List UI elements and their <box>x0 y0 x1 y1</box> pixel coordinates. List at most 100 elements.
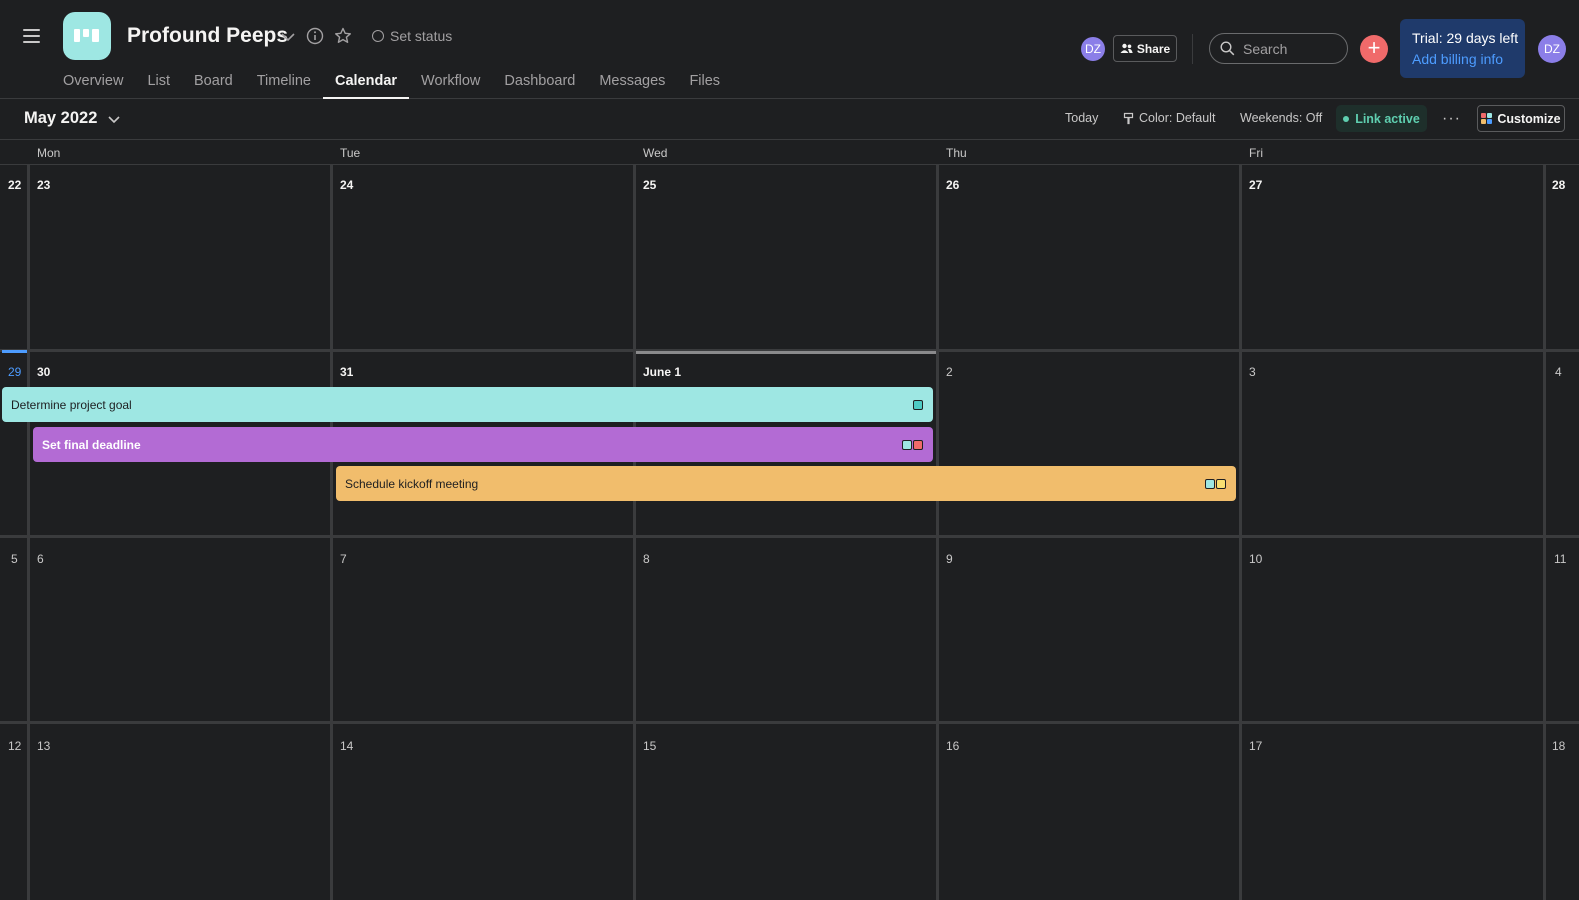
day-number-today[interactable]: 29 <box>8 365 21 379</box>
day-number[interactable]: 2 <box>946 365 953 379</box>
tab-messages[interactable]: Messages <box>587 72 677 99</box>
day-number[interactable]: 18 <box>1552 739 1565 753</box>
grid-column-line <box>936 165 939 900</box>
customize-label: Customize <box>1497 111 1561 126</box>
link-active-button[interactable]: Link active <box>1336 105 1427 132</box>
tab-calendar[interactable]: Calendar <box>322 72 410 99</box>
more-options-icon[interactable]: ··· <box>1442 110 1461 128</box>
task-tags <box>1205 479 1226 489</box>
day-number[interactable]: 31 <box>340 365 353 379</box>
task-bar[interactable]: Set final deadline <box>33 427 933 462</box>
day-number[interactable]: 6 <box>37 552 44 566</box>
member-avatar[interactable]: DZ <box>1081 37 1105 61</box>
day-number[interactable]: 11 <box>1554 552 1566 566</box>
day-number[interactable]: 5 <box>11 552 18 566</box>
grid-column-line <box>633 165 636 900</box>
star-icon[interactable] <box>333 26 353 46</box>
day-number[interactable]: 25 <box>643 178 656 192</box>
tab-board[interactable]: Board <box>182 72 245 99</box>
day-number[interactable]: 12 <box>8 739 21 753</box>
day-number[interactable]: 26 <box>946 178 959 192</box>
day-number[interactable]: 28 <box>1552 178 1565 192</box>
today-button[interactable]: Today <box>1065 111 1098 125</box>
share-label: Share <box>1136 41 1171 56</box>
day-number[interactable]: 30 <box>37 365 50 379</box>
task-name: Set final deadline <box>42 437 141 452</box>
grid-column-line <box>1239 165 1242 900</box>
day-number[interactable]: June 1 <box>643 365 681 379</box>
tab-workflow[interactable]: Workflow <box>409 72 492 99</box>
chevron-down-icon[interactable] <box>278 27 298 47</box>
day-number[interactable]: 9 <box>946 552 953 566</box>
set-status-button[interactable]: Set status <box>372 27 452 45</box>
tab-list[interactable]: List <box>135 72 182 99</box>
grid-row-line <box>0 721 1579 724</box>
share-button[interactable]: Share <box>1113 35 1177 62</box>
info-icon[interactable] <box>305 26 325 46</box>
day-number[interactable]: 15 <box>643 739 656 753</box>
day-number[interactable]: 16 <box>946 739 959 753</box>
task-name: Determine project goal <box>11 397 132 412</box>
link-status-dot <box>1343 115 1350 122</box>
day-number[interactable]: 3 <box>1249 365 1256 379</box>
task-bar[interactable]: Schedule kickoff meeting <box>336 466 1236 501</box>
weekday-header: Thu <box>946 146 967 160</box>
day-number[interactable]: 8 <box>643 552 650 566</box>
tab-files[interactable]: Files <box>677 72 732 99</box>
trial-days-left: Trial: 29 days left <box>1412 30 1519 46</box>
day-number[interactable]: 17 <box>1249 739 1262 753</box>
customize-button[interactable]: Customize <box>1477 105 1565 132</box>
day-number[interactable]: 22 <box>8 178 21 192</box>
day-number[interactable]: 13 <box>37 739 50 753</box>
weekday-header: Fri <box>1249 146 1263 160</box>
search-input[interactable]: Search <box>1209 33 1348 64</box>
customize-grid-icon <box>1481 113 1493 124</box>
weekday-header: Mon <box>37 146 61 160</box>
color-button[interactable]: Color: Default <box>1123 111 1215 125</box>
project-board-icon <box>63 12 111 60</box>
tab-timeline[interactable]: Timeline <box>245 72 323 99</box>
day-number[interactable]: 23 <box>37 178 50 192</box>
grid-column-line <box>1543 165 1546 900</box>
month-label: May 2022 <box>24 109 98 127</box>
calendar-toolbar: May 2022 Today Color: Default Weekends: … <box>0 99 1579 140</box>
tab-overview[interactable]: Overview <box>63 72 135 99</box>
tag-swatch <box>913 400 923 410</box>
tag-swatch <box>1216 479 1226 489</box>
status-circle-icon <box>372 30 384 42</box>
task-bar[interactable]: Determine project goal <box>2 387 933 422</box>
tag-swatch <box>902 440 912 450</box>
trial-billing-banner[interactable]: Trial: 29 days left Add billing info <box>1400 19 1525 78</box>
day-number[interactable]: 27 <box>1249 178 1262 192</box>
project-tabs: Overview List Board Timeline Calendar Wo… <box>63 72 732 99</box>
grid-column-line <box>330 165 333 900</box>
day-number[interactable]: 24 <box>340 178 353 192</box>
month-picker[interactable]: May 2022 <box>24 109 121 128</box>
hamburger-menu-icon[interactable] <box>22 26 42 46</box>
today-indicator <box>2 350 27 353</box>
tab-dashboard[interactable]: Dashboard <box>492 72 587 99</box>
search-icon <box>1220 41 1235 56</box>
add-plus-icon[interactable]: + <box>1360 35 1388 63</box>
weekends-toggle[interactable]: Weekends: Off <box>1240 111 1322 125</box>
link-active-label: Link active <box>1355 111 1420 126</box>
project-title[interactable]: Profound Peeps <box>127 24 288 48</box>
chevron-down-icon <box>108 115 120 123</box>
weekday-header-row: Mon Tue Wed Thu Fri <box>0 140 1579 165</box>
day-number[interactable]: 10 <box>1249 552 1262 566</box>
day-number[interactable]: 7 <box>340 552 347 566</box>
day-number[interactable]: 14 <box>340 739 353 753</box>
header-divider <box>1192 34 1193 64</box>
grid-column-line <box>27 165 30 900</box>
set-status-label: Set status <box>390 28 453 44</box>
day-number[interactable]: 4 <box>1555 365 1562 379</box>
task-name: Schedule kickoff meeting <box>345 476 479 491</box>
search-placeholder: Search <box>1243 40 1288 57</box>
grid-row-line <box>0 535 1579 538</box>
add-billing-link[interactable]: Add billing info <box>1412 51 1525 67</box>
tag-swatch <box>913 440 923 450</box>
user-avatar[interactable]: DZ <box>1538 35 1566 63</box>
month-start-indicator <box>636 351 936 354</box>
task-tags <box>913 400 923 410</box>
weekday-header: Wed <box>643 146 668 160</box>
